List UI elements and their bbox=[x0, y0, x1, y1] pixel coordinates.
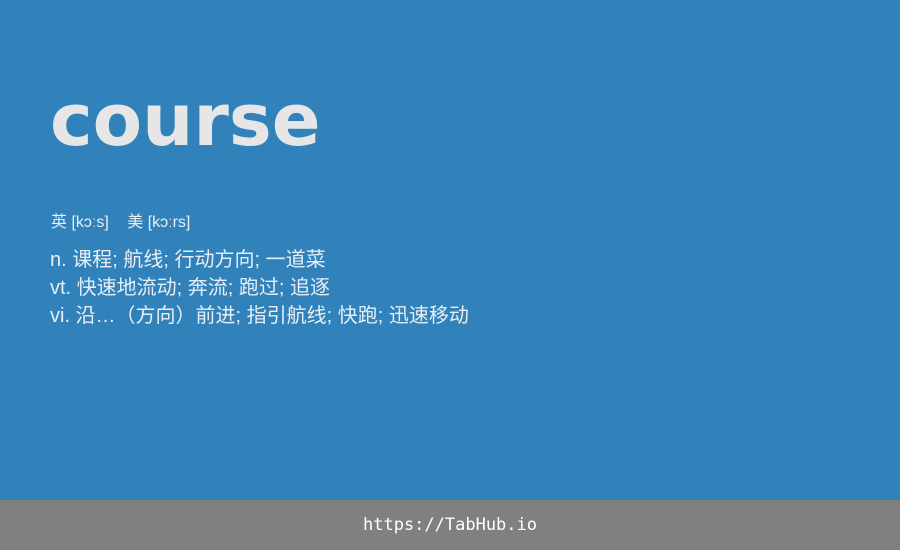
definition-intransitive-verb: vi. 沿…（方向）前进; 指引航线; 快跑; 迅速移动 bbox=[50, 305, 469, 327]
phonetics: 英 [kɔːs] 美 [kɔːrs] bbox=[51, 212, 204, 234]
definition-transitive-verb: vt. 快速地流动; 奔流; 跑过; 追逐 bbox=[50, 277, 331, 299]
headword: course bbox=[50, 78, 321, 162]
phonetic-us: 美 [kɔːrs] bbox=[127, 214, 191, 231]
definition-noun: n. 课程; 航线; 行动方向; 一道菜 bbox=[50, 249, 326, 271]
definitions: n. 课程; 航线; 行动方向; 一道菜 vt. 快速地流动; 奔流; 跑过; … bbox=[50, 246, 469, 330]
footer-bar: https://TabHub.io bbox=[0, 500, 900, 550]
tabhub-link[interactable]: https://TabHub.io bbox=[363, 515, 537, 535]
word-card: course 英 [kɔːs] 美 [kɔːrs] n. 课程; 航线; 行动方… bbox=[0, 0, 900, 500]
phonetic-uk: 英 [kɔːs] bbox=[51, 214, 109, 231]
